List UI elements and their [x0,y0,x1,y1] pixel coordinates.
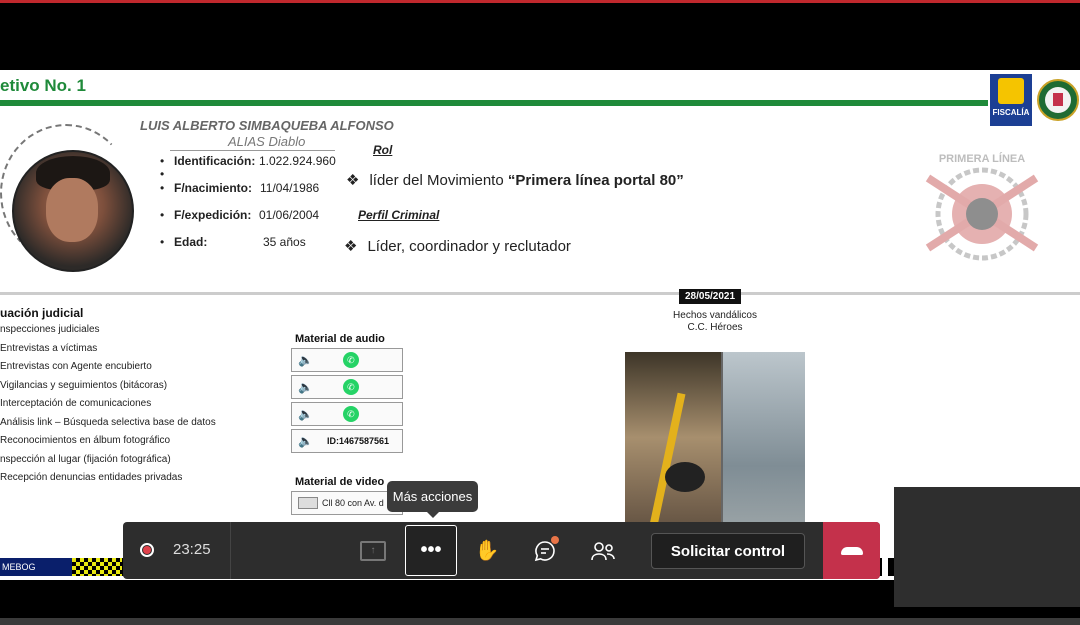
bio-label: F/expedición: [174,208,252,222]
record-icon [140,543,154,557]
list-item: Recepción denuncias entidades privadas [0,472,183,483]
audio-clip-2[interactable]: 🔈 ✆ [291,375,403,399]
audio-clip-3[interactable]: 🔈 ✆ [291,402,403,426]
share-screen-button[interactable]: ↑ [347,522,399,579]
rol-text: ❖ líder del Movimiento “Primera línea por… [346,171,684,189]
more-actions-tooltip: Más acciones [387,481,478,518]
hang-up-button[interactable] [823,522,880,579]
speaker-icon: 🔈 [298,353,313,367]
suspect-alias: ALIAS Diablo [228,134,306,149]
toolbar-divider [230,522,231,579]
footer-label: MEBOG [0,558,72,576]
rol-text-bold: “Primera línea portal 80” [507,172,684,189]
participants-button[interactable] [577,522,629,579]
bio-label: F/nacimiento: [174,181,253,195]
hang-up-icon [840,546,863,555]
list-item: nspecciones judiciales [0,324,100,335]
speaker-icon: 🔈 [298,407,313,421]
situacion-judicial-list: nspecciones judiciales Entrevistas a víc… [0,324,216,491]
video-clip-label: Cll 80 con Av. d [322,498,384,508]
list-item: Entrevistas a víctimas [0,342,98,354]
perfil-text-value: Líder, coordinador y reclutador [367,238,571,255]
date-badge: 28/05/2021 [679,289,742,304]
diamond-bullet-icon: ❖ [344,238,358,255]
request-control-button[interactable]: Solicitar control [651,533,805,569]
fiscalia-logo: FISCALÍA [990,74,1032,126]
meeting-timer: 23:25 [173,541,211,558]
raise-hand-button[interactable]: ✋ [461,522,513,579]
rol-heading: Rol [373,143,393,157]
bio-row-empty: • [160,167,165,181]
situacion-judicial-title: uación judicial [0,306,84,320]
whatsapp-icon: ✆ [342,406,359,422]
audio-id-label: ID:1467587561 [326,436,390,446]
bio-row-id: • Identificación: 1.022.924.960 [160,154,336,168]
bio-value: 35 años [263,235,306,249]
chat-button[interactable] [519,522,571,579]
alias-underline [170,150,335,151]
participants-icon [591,541,615,560]
emblem-text: PRIMERA LÍNEA [939,152,1025,165]
bottom-video-strip [0,618,1080,625]
window-top-line [0,0,1080,3]
list-item: nspección al lugar (fijación fotográfica… [0,453,171,465]
bio-value: 1.022.924.960 [259,154,336,168]
self-video-preview[interactable] [894,487,1080,607]
perfil-heading: Perfil Criminal [358,208,440,222]
puzzle-icon [998,78,1024,104]
speaker-icon: 🔈 [298,434,313,448]
bio-row-age: • Edad: 35 años [160,235,306,249]
list-item: Análisis link – Búsqueda selectiva base … [0,416,216,428]
evidence-photo [625,352,805,542]
bio-label: Edad: [174,235,208,249]
bio-label: Identificación: [174,154,256,168]
bio-row-birth: • F/nacimiento: 11/04/1986 [160,181,320,195]
perfil-text: ❖ Líder, coordinador y reclutador [344,237,571,255]
caption-line-1: Hechos vandálicos [673,310,757,321]
audio-clip-1[interactable]: 🔈 ✆ [291,348,403,372]
bio-value: 11/04/1986 [260,181,320,195]
list-item: Reconocimientos en álbum fotográfico [0,435,171,446]
share-screen-icon: ↑ [360,540,386,561]
suspect-photo [12,150,134,272]
audio-material-title: Material de audio [295,333,385,345]
list-item: Entrevistas con Agente encubierto [0,361,152,372]
list-item: Interceptación de comunicaciones [0,398,152,409]
speaker-icon: 🔈 [298,380,313,394]
meeting-toolbar: 23:25 ↑ ••• ✋ Solicitar control [123,522,880,579]
title-underline-bar [0,100,988,106]
slide-title: etivo No. 1 [0,76,86,95]
more-actions-icon: ••• [420,539,442,561]
caption-line-2: C.C. Héroes [687,322,743,333]
more-actions-button[interactable]: ••• [405,525,457,576]
audio-clip-4[interactable]: 🔈 ID:1467587561 [291,429,403,453]
whatsapp-icon: ✆ [342,352,359,368]
video-camera-icon [298,497,318,509]
section-divider [0,292,1080,295]
police-seal-logo [1037,79,1079,121]
video-material-title: Material de video [295,476,385,488]
chat-unread-badge [551,536,559,544]
rol-text-prefix: líder del Movimiento [369,172,508,189]
bio-value: 01/06/2004 [259,208,320,222]
primera-linea-emblem: PRIMERA LÍNEA [925,152,1039,261]
fiscalia-logo-text: FISCALÍA [992,108,1030,117]
bio-row-expedition: • F/expedición: 01/06/2004 [160,208,320,222]
footer-checker-block [72,558,122,576]
list-item: Vigilancias y seguimientos (bitácoras) [0,379,168,391]
evidence-caption: Hechos vandálicos C.C. Héroes [640,310,790,334]
raise-hand-icon: ✋ [474,540,500,562]
whatsapp-icon: ✆ [342,379,359,395]
suspect-name: LUIS ALBERTO SIMBAQUEBA ALFONSO [140,118,394,133]
diamond-bullet-icon: ❖ [346,172,360,189]
